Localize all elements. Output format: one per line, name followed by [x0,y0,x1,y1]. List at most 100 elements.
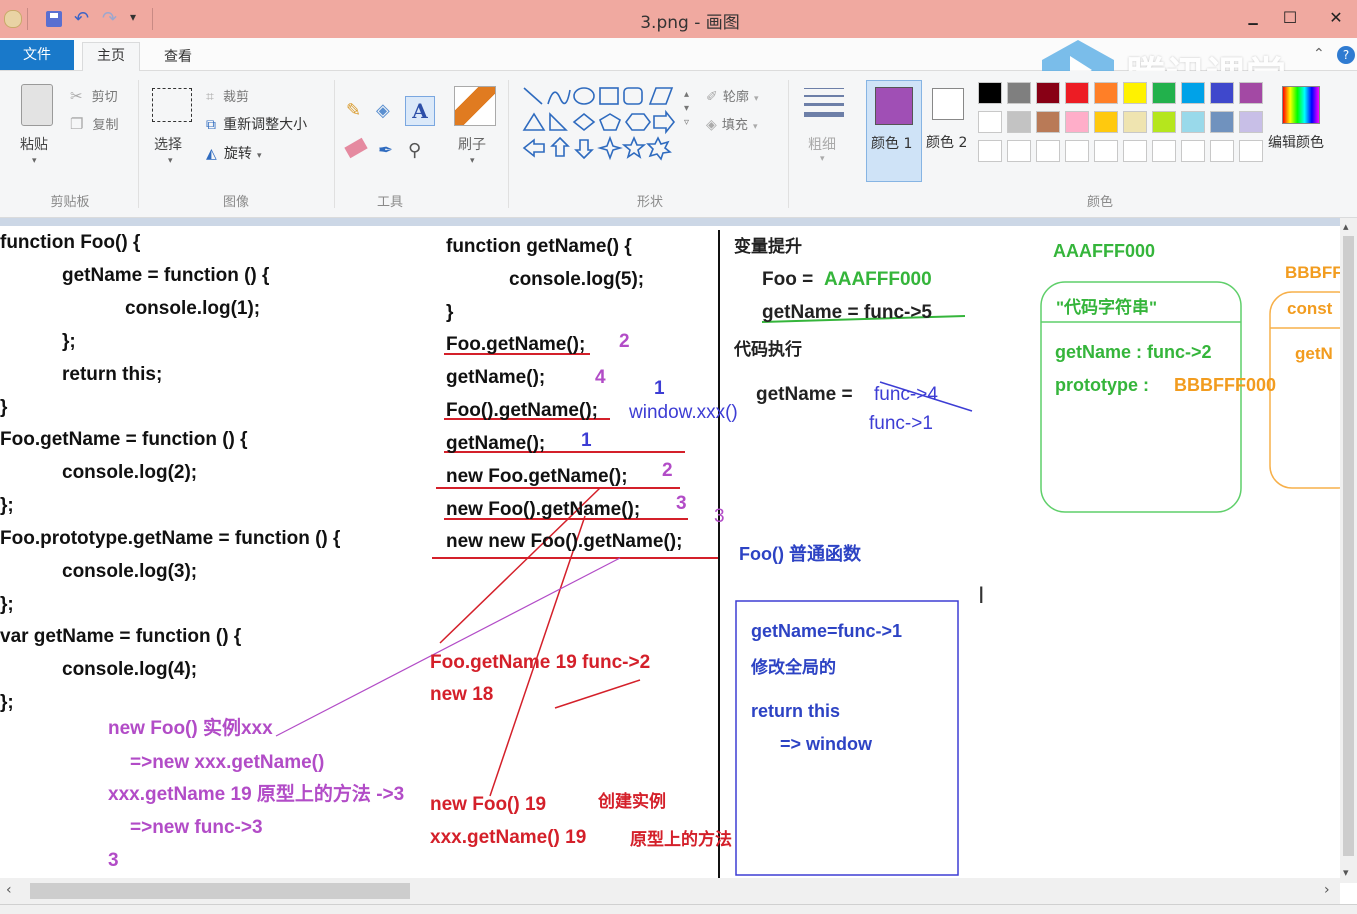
code-line: new Foo().getName(); [446,499,641,520]
color-swatch[interactable] [1181,82,1205,104]
heap-address-b: BBBFF [1285,263,1343,282]
maximize-button[interactable]: ☐ [1270,4,1310,32]
color-swatch[interactable] [1123,111,1147,133]
paint-app-icon[interactable] [4,10,22,28]
window-call-note: window.xxx() [629,402,738,423]
color-swatch[interactable] [1036,140,1060,162]
clipboard-group-label: 剪贴板 [50,195,90,210]
scroll-thumb[interactable] [1343,236,1354,856]
color-swatch[interactable] [1007,111,1031,133]
tab-file[interactable]: 文件 [0,40,74,70]
color-swatch[interactable] [1065,111,1089,133]
help-icon[interactable]: ? [1337,46,1355,64]
tab-home[interactable]: 主页 [82,42,140,71]
color-swatch[interactable] [1065,82,1089,104]
outline-button[interactable]: ✐ 轮廓 ▾ [706,86,758,105]
code-line: console.log(1); [125,298,261,319]
select-button[interactable]: 选择 ▾ [150,86,194,172]
color-swatch[interactable] [1152,140,1176,162]
code-line: var getName = function () { [0,626,242,647]
horizontal-scroll-thumb[interactable] [30,883,410,899]
scissors-icon: ✂ [70,87,83,105]
line-width-icon [804,88,844,117]
redo-icon[interactable]: ↷ [102,8,117,29]
tab-view[interactable]: 查看 [150,44,206,70]
color-swatch[interactable] [978,140,1002,162]
color-swatch[interactable] [1036,82,1060,104]
paste-button[interactable]: 粘贴 ▾ [12,82,60,172]
color-swatch[interactable] [1065,140,1089,162]
shapes-scroll-icon[interactable]: ▴ ▾ ▿ [684,88,689,130]
shapes-group-label: 形状 [636,195,663,210]
close-button[interactable]: ✕ [1316,4,1356,32]
color-swatch[interactable] [1181,111,1205,133]
color-swatch[interactable] [1036,111,1060,133]
text-tool-icon[interactable]: A [405,96,435,126]
shapes-gallery[interactable] [520,84,688,164]
undo-icon[interactable]: ↶ [74,8,89,29]
color2-button[interactable]: 颜色 2 [926,84,972,164]
color-swatch[interactable] [1210,82,1234,104]
color-swatch[interactable] [1239,82,1263,104]
note-line: new Foo() 19 [430,794,547,815]
heap-prototype-value: BBBFFF000 [1174,375,1277,395]
answer-value: 3 [676,493,687,514]
color-swatch[interactable] [1007,82,1031,104]
color-swatch[interactable] [978,82,1002,104]
brushes-button[interactable]: 刷子 ▾ [452,84,498,174]
answer-value: 1 [654,378,665,399]
scroll-right-icon[interactable]: › [1324,882,1330,898]
drawing-canvas[interactable]: function Foo() { getName = function () {… [0,226,1343,878]
edit-colors-button[interactable]: 编辑颜色 [1268,84,1334,164]
scroll-down-icon[interactable]: ▾ [1343,866,1349,879]
color-swatch[interactable] [1123,140,1147,162]
code-line: console.log(4); [62,659,198,680]
quick-access-dropdown-icon[interactable]: ▾ [130,10,136,24]
color-swatch[interactable] [1094,111,1118,133]
crop-button[interactable]: ⌗ 裁剪 [206,86,249,105]
fill-button[interactable]: ◈ 填充 ▾ [706,114,758,133]
color1-button[interactable]: 颜色 1 [866,80,922,182]
scroll-up-icon[interactable]: ▴ [1343,220,1349,233]
color-swatch[interactable] [1181,140,1205,162]
hoisting-title: 变量提升 [734,237,802,256]
color-swatch[interactable] [1152,111,1176,133]
color-swatch[interactable] [1152,82,1176,104]
color-palette[interactable] [978,82,1268,166]
scroll-left-icon[interactable]: ‹ [6,882,12,898]
color-picker-icon[interactable]: ✒ [378,140,393,161]
color-swatch[interactable] [1094,140,1118,162]
code-line: getName(); [446,367,546,388]
colors-group-label: 颜色 [1086,195,1113,210]
brush-icon [454,86,496,126]
ribbon-collapse-icon[interactable]: ⌃ [1313,46,1325,62]
color-swatch[interactable] [1123,82,1147,104]
code-line: }; [0,692,14,713]
fill-bucket-icon[interactable]: ◈ [376,100,390,121]
copy-button[interactable]: ❐ 复制 [70,114,119,134]
pencil-icon[interactable]: ✎ [346,100,361,121]
color-swatch[interactable] [1239,140,1263,162]
code-line: getName(); [446,433,546,454]
note-line: xxx.getName() 19 [430,827,587,848]
color-swatch[interactable] [1094,82,1118,104]
code-line: function getName() { [446,236,632,257]
save-icon[interactable] [46,11,62,27]
code-line: new new Foo().getName(); [446,531,683,552]
color-swatch[interactable] [978,111,1002,133]
code-line: console.log(5); [509,269,645,290]
vertical-scrollbar[interactable]: ▴ ▾ [1340,218,1357,883]
magnifier-icon[interactable]: ⚲ [408,140,421,161]
color-swatch[interactable] [1210,140,1234,162]
color-swatch[interactable] [1210,111,1234,133]
cut-button[interactable]: ✂ 剪切 [70,86,118,106]
horizontal-scrollbar[interactable]: ‹ › [0,878,1340,904]
resize-button[interactable]: ⧉ 重新调整大小 [206,114,307,134]
code-line: } [0,397,8,418]
minimize-button[interactable]: ▁ [1233,4,1273,32]
code-line: }; [0,495,14,516]
size-button[interactable]: 粗细 ▾ [800,84,846,164]
rotate-button[interactable]: ◭ 旋转 ▾ [206,143,262,163]
color-swatch[interactable] [1239,111,1263,133]
color-swatch[interactable] [1007,140,1031,162]
